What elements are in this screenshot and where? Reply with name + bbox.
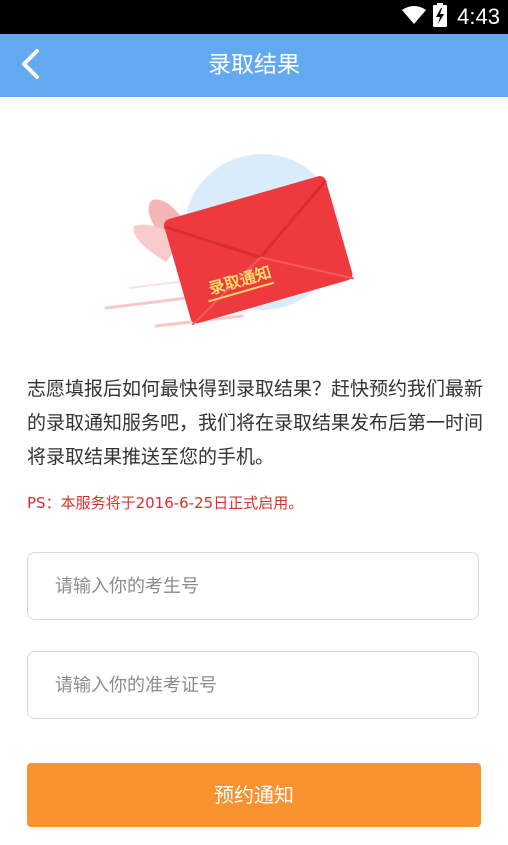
back-button[interactable] [10,42,50,89]
admission-ticket-field[interactable] [27,651,479,719]
app-bar: 录取结果 [0,34,508,97]
exam-number-input[interactable] [28,553,478,619]
page-title: 录取结果 [208,52,300,78]
chevron-left-icon [19,48,41,84]
status-time: 4:43 [457,4,500,29]
status-icons: 4:43 [401,0,500,34]
admission-ticket-input[interactable] [28,652,478,718]
subscribe-notification-button[interactable]: 预约通知 [27,763,481,827]
envelope-illustration: 录取通知 [100,140,360,340]
ps-note: PS：本服务将于2016-6-25日正式启用。 [27,494,304,512]
service-description: 志愿填报后如何最快得到录取结果？赶快预约我们最新的录取通知服务吧，我们将在录取结… [27,378,484,468]
status-bar: 4:43 [0,0,508,34]
exam-number-field[interactable] [27,552,479,620]
battery-charging-icon [433,3,448,31]
wifi-icon [401,5,427,29]
